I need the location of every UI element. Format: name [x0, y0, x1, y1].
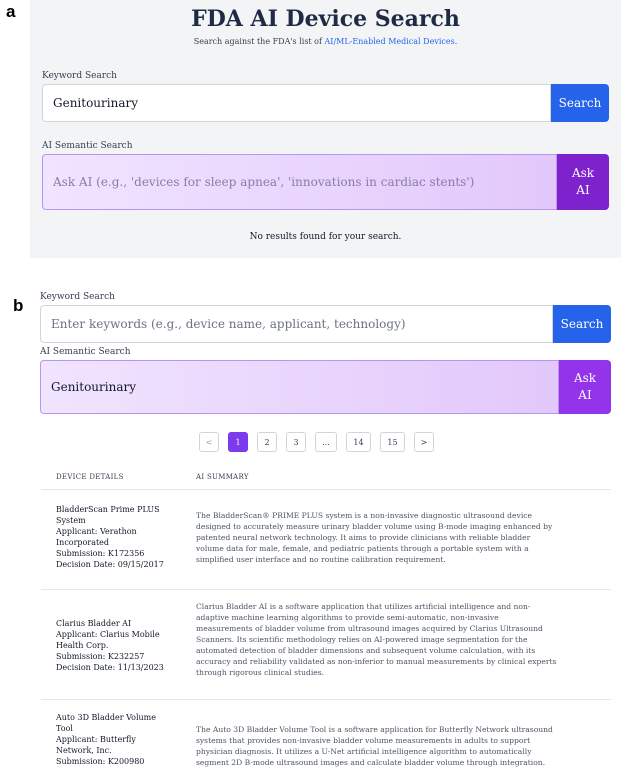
next-page-button[interactable]: > — [414, 432, 434, 452]
ask-ai-label-b: Ask AI — [573, 371, 597, 402]
column-header-device-details: DEVICE DETAILS — [56, 473, 124, 481]
pagination: < 1 2 3 ... 14 15 > — [199, 432, 443, 452]
panel-label-b: b — [13, 296, 24, 315]
ai-ml-devices-link[interactable]: AI/ML-Enabled Medical Devices. — [325, 37, 458, 46]
keyword-search-input-b[interactable]: Enter keywords (e.g., device name, appli… — [40, 305, 553, 343]
search-button-b[interactable]: Search — [553, 305, 611, 343]
keyword-search-input[interactable]: Genitourinary — [42, 84, 551, 122]
ai-search-input[interactable]: Ask AI (e.g., 'devices for sleep apnea',… — [42, 154, 557, 210]
ai-search-input-b[interactable]: Genitourinary — [40, 360, 559, 414]
page-subtitle: Search against the FDA's list of AI/ML-E… — [30, 37, 621, 46]
page-15-button[interactable]: 15 — [380, 432, 405, 452]
device-details-cell: BladderScan Prime PLUS System Applicant:… — [56, 505, 164, 569]
keyword-search-label: Keyword Search — [42, 71, 117, 81]
ask-ai-button[interactable]: Ask AI — [557, 154, 609, 210]
search-button[interactable]: Search — [551, 84, 609, 122]
row-divider — [41, 699, 611, 700]
ai-semantic-search-label-b: AI Semantic Search — [40, 347, 131, 357]
page-2-button[interactable]: 2 — [257, 432, 277, 452]
ai-semantic-search-label: AI Semantic Search — [42, 141, 133, 151]
page-ellipsis: ... — [315, 432, 337, 452]
page-3-button[interactable]: 3 — [286, 432, 306, 452]
column-header-ai-summary: AI SUMMARY — [196, 473, 249, 481]
keyword-search-label-b: Keyword Search — [40, 292, 115, 302]
subtitle-text: Search against the FDA's list of — [193, 37, 322, 46]
panel-label-a: a — [6, 2, 16, 21]
row-divider — [41, 489, 611, 490]
page-14-button[interactable]: 14 — [346, 432, 371, 452]
ai-summary-cell: Clarius Bladder AI is a software applica… — [196, 602, 557, 677]
ai-summary-cell: The BladderScan® PRIME PLUS system is a … — [196, 511, 553, 564]
device-details-cell: Clarius Bladder AI Applicant: Clarius Mo… — [56, 619, 164, 672]
panel-a: FDA AI Device Search Search against the … — [30, 0, 621, 258]
ai-summary-cell: The Auto 3D Bladder Volume Tool is a sof… — [196, 725, 553, 767]
ask-ai-button-b[interactable]: Ask AI — [559, 360, 611, 414]
row-divider — [41, 589, 611, 590]
no-results-message: No results found for your search. — [249, 232, 402, 242]
page-title: FDA AI Device Search — [191, 6, 460, 32]
device-details-cell: Auto 3D Bladder Volume Tool Applicant: B… — [56, 713, 156, 766]
page-1-button[interactable]: 1 — [228, 432, 248, 452]
ask-ai-label: Ask AI — [571, 166, 595, 197]
prev-page-button[interactable]: < — [199, 432, 219, 452]
